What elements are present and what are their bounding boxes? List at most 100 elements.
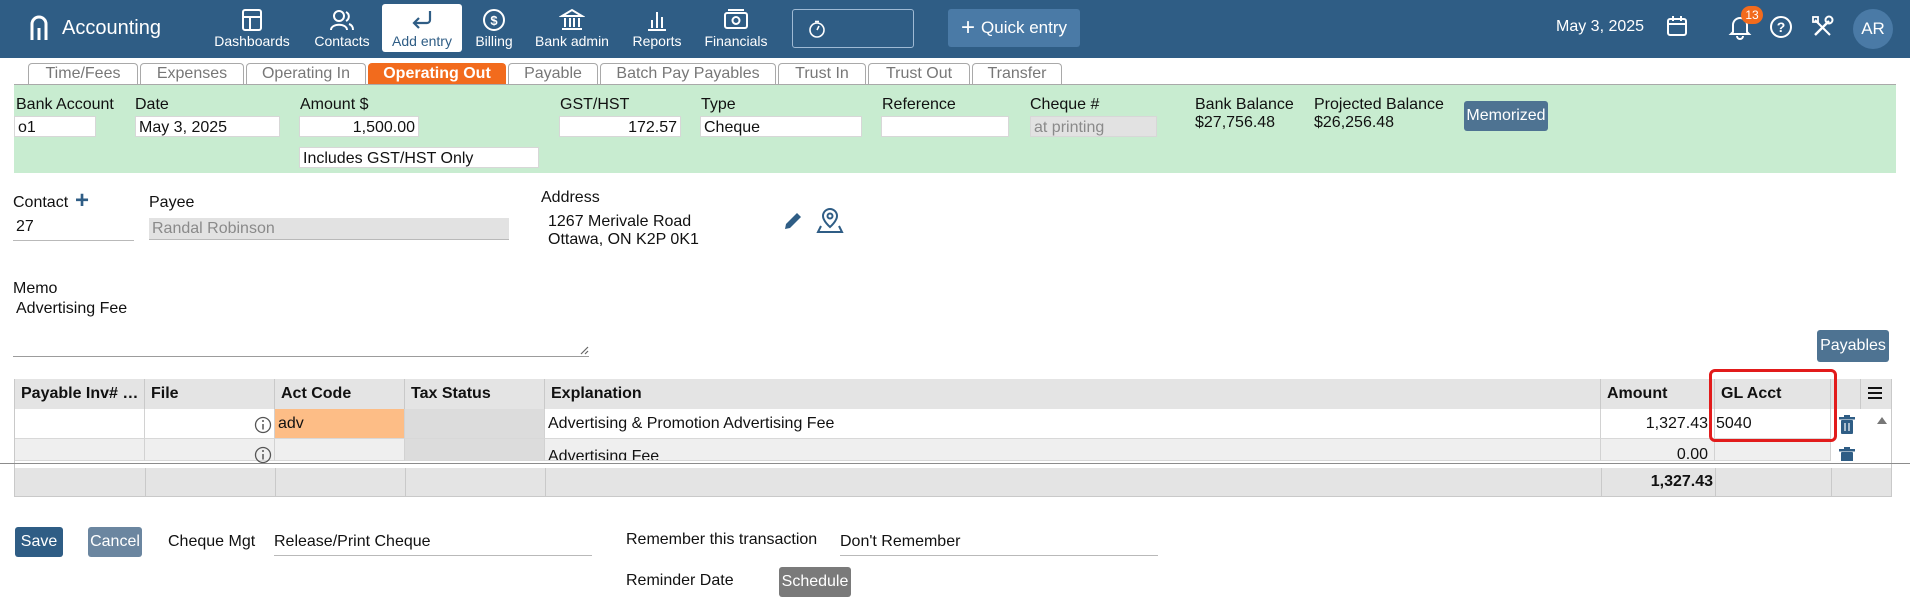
trash-icon[interactable] (1838, 415, 1856, 435)
row2-explanation[interactable]: Advertising Fee (545, 439, 1601, 461)
calendar-icon[interactable] (1666, 15, 1688, 37)
trash-icon[interactable] (1838, 447, 1856, 461)
nav-label: Billing (475, 33, 513, 49)
cheque-number-field: at printing (1030, 116, 1157, 137)
row1-explanation[interactable]: Advertising & Promotion Advertising Fee (545, 409, 1601, 439)
reference-label: Reference (882, 96, 956, 113)
bank-account-field[interactable]: o1 (14, 116, 96, 137)
timer-widget[interactable] (792, 9, 914, 48)
contact-field[interactable]: 27 (13, 218, 134, 241)
map-pin-icon[interactable] (815, 206, 845, 234)
grid-line (275, 468, 276, 496)
tab-batch-pay-payables[interactable]: Batch Pay Payables (600, 63, 776, 84)
edit-address-icon[interactable] (782, 210, 804, 232)
schedule-button[interactable]: Schedule (779, 567, 851, 597)
resize-handle-icon[interactable] (579, 345, 589, 355)
tab-time-fees[interactable]: Time/Fees (28, 63, 138, 84)
grid-line (545, 468, 546, 496)
nav-billing[interactable]: $ Billing (468, 4, 520, 52)
row2-payable-inv[interactable] (15, 439, 145, 461)
app-brand[interactable]: Accounting (28, 13, 161, 43)
hamburger-menu-icon (1868, 387, 1882, 399)
info-icon[interactable] (254, 446, 272, 464)
row2-amount[interactable]: 0.00 (1601, 439, 1715, 461)
col-header-explanation[interactable]: Explanation (545, 379, 1601, 409)
row1-act-code[interactable]: adv (275, 409, 405, 439)
remember-transaction-label: Remember this transaction (626, 531, 818, 548)
address-label: Address (541, 189, 600, 206)
tab-payable[interactable]: Payable (508, 63, 598, 84)
tools-icon[interactable] (1810, 14, 1836, 40)
nav-label: Bank admin (535, 33, 609, 49)
tab-trust-in[interactable]: Trust In (778, 63, 866, 84)
user-avatar[interactable]: AR (1853, 9, 1893, 49)
help-icon[interactable]: ? (1768, 14, 1794, 40)
reference-field[interactable] (881, 116, 1009, 137)
cheque-mgt-select[interactable]: Release/Print Cheque (274, 533, 592, 556)
save-button[interactable]: Save (15, 527, 63, 557)
row2-tax-status[interactable] (405, 439, 545, 461)
nav-add-entry[interactable]: Add entry (382, 4, 462, 52)
nav-dashboards[interactable]: Dashboards (210, 4, 294, 52)
scroll-up-arrow-icon[interactable] (1876, 415, 1888, 425)
type-select[interactable]: Cheque (700, 116, 862, 137)
dashboard-icon (242, 9, 262, 31)
svg-text:$: $ (490, 13, 498, 28)
tab-trust-out[interactable]: Trust Out (868, 63, 970, 84)
memo-textarea[interactable]: Advertising Fee (13, 296, 589, 357)
nav-label: Financials (704, 33, 768, 49)
bank-balance-label: Bank Balance (1195, 96, 1294, 113)
tab-operating-in[interactable]: Operating In (246, 63, 366, 84)
col-header-amount[interactable]: Amount (1601, 379, 1715, 409)
row2-act-code[interactable] (275, 439, 405, 461)
reminder-date-label: Reminder Date (626, 572, 734, 589)
cancel-button[interactable]: Cancel (88, 527, 142, 557)
row1-tax-status[interactable] (405, 409, 545, 439)
row1-payable-inv[interactable] (15, 409, 145, 439)
nav-contacts[interactable]: Contacts (306, 4, 378, 52)
date-field[interactable]: May 3, 2025 (135, 116, 280, 137)
contacts-icon (330, 10, 354, 31)
row2-gl-acct[interactable] (1715, 439, 1831, 461)
tab-expenses[interactable]: Expenses (140, 63, 244, 84)
grid-line (1831, 468, 1832, 496)
memorized-button[interactable]: Memorized (1464, 101, 1548, 131)
add-contact-icon[interactable]: + (75, 187, 89, 215)
col-header-tax-status[interactable]: Tax Status (405, 379, 545, 409)
quick-entry-button[interactable]: + Quick entry (948, 9, 1080, 47)
cheque-number-label: Cheque # (1030, 96, 1100, 113)
col-header-file[interactable]: File (145, 379, 275, 409)
gst-mode-select[interactable]: Includes GST/HST Only (299, 147, 539, 168)
grid-line (405, 468, 406, 496)
reports-icon (648, 12, 666, 31)
plus-icon: + (961, 14, 976, 41)
timer-icon (809, 20, 825, 38)
grid-line (1715, 468, 1716, 496)
payee-label: Payee (149, 194, 195, 211)
financials-icon (724, 9, 748, 29)
notification-badge: 13 (1741, 6, 1763, 24)
amount-field[interactable]: 1,500.00 (299, 116, 419, 137)
row1-amount[interactable]: 1,327.43 (1601, 409, 1715, 439)
tab-transfer[interactable]: Transfer (972, 63, 1062, 84)
nav-reports[interactable]: Reports (626, 4, 688, 52)
nav-financials[interactable]: Financials (698, 4, 774, 52)
projected-balance-value: $26,256.48 (1314, 114, 1395, 131)
nav-bank-admin[interactable]: Bank admin (530, 4, 614, 52)
col-header-payable-inv[interactable]: Payable Inv# … (15, 379, 145, 409)
column-menu[interactable] (1861, 379, 1891, 409)
col-header-act-code[interactable]: Act Code (275, 379, 405, 409)
nav-label: Reports (632, 33, 682, 49)
gst-field[interactable]: 172.57 (559, 116, 681, 137)
info-icon[interactable] (254, 416, 272, 434)
remember-transaction-select[interactable]: Don't Remember (840, 533, 1158, 556)
current-date: May 3, 2025 (1556, 18, 1645, 35)
app-name: Accounting (62, 16, 161, 39)
payee-field: Randal Robinson (149, 218, 509, 240)
horizontal-rule (0, 463, 1910, 464)
nav-label: Dashboards (214, 33, 290, 49)
payables-button[interactable]: Payables (1817, 330, 1889, 362)
nav-label: Add entry (392, 33, 452, 49)
address-line-2: Ottawa, ON K2P 0K1 (548, 231, 699, 248)
tab-operating-out[interactable]: Operating Out (368, 63, 506, 84)
